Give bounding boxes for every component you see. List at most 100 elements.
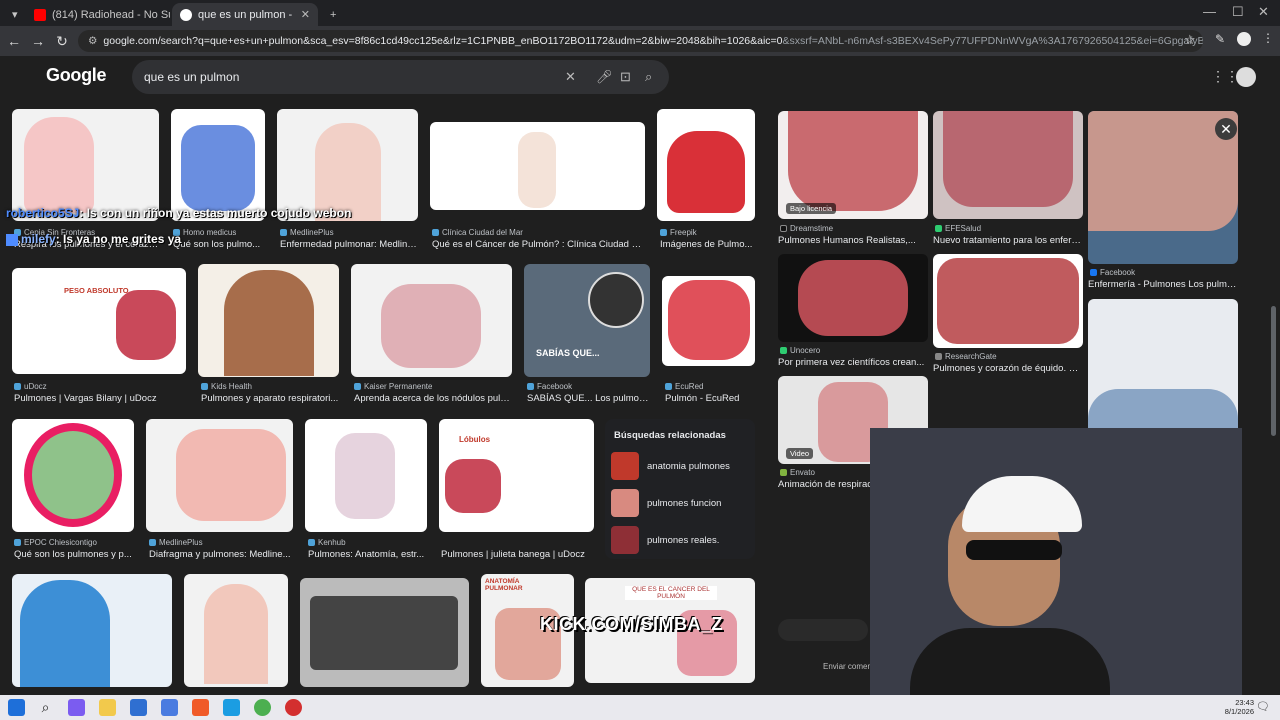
close-icon[interactable]: ✕	[301, 8, 310, 21]
image-result[interactable]: Lóbulos	[439, 419, 594, 532]
image-result[interactable]	[933, 254, 1083, 348]
result-caption[interactable]: Pulmones: Anatomía, estr...	[308, 549, 427, 560]
result-caption[interactable]: Pulmones Humanos Realistas,...	[778, 235, 928, 246]
result-source: Facebook	[1090, 268, 1135, 277]
bookmark-star-icon[interactable]: ☆	[1184, 32, 1196, 48]
account-avatar[interactable]	[1236, 67, 1256, 87]
result-source: Envato	[780, 468, 815, 477]
tab-youtube[interactable]: (814) Radiohead - No Surprises ✕	[26, 3, 170, 26]
site-info-icon[interactable]: ⚙	[88, 35, 97, 47]
microphone-icon[interactable]: 🎤︎	[596, 69, 613, 85]
image-result[interactable]	[12, 419, 134, 532]
result-caption[interactable]: Por primera vez científicos crean...	[778, 357, 928, 368]
google-logo[interactable]: Google	[46, 65, 107, 86]
copilot-icon[interactable]	[68, 699, 85, 716]
clear-icon[interactable]: ✕	[565, 69, 576, 85]
file-explorer-icon[interactable]	[99, 699, 116, 716]
result-caption[interactable]: Enfermería - Pulmones Los pulmones...	[1088, 279, 1238, 290]
new-tab-button[interactable]: +	[322, 3, 342, 26]
child-respiratory-image	[224, 270, 314, 376]
image-result[interactable]	[300, 578, 469, 687]
image-result[interactable]	[305, 419, 427, 532]
result-caption[interactable]: Nuevo tratamiento para los enfermos...	[933, 235, 1083, 246]
camera-icon[interactable]: ⊡	[620, 69, 631, 85]
lungs-image	[116, 290, 176, 360]
forward-icon[interactable]: →	[26, 33, 50, 49]
tab-google[interactable]: que es un pulmon - Buscar con Google ✕	[172, 3, 318, 26]
profile-avatar[interactable]	[1237, 32, 1251, 46]
search-icon[interactable]: ⌕	[645, 69, 652, 85]
edge-icon[interactable]	[223, 699, 240, 716]
result-source: Kaiser Permanente	[354, 382, 432, 391]
result-caption[interactable]: Enfermedad pulmonar: Medline...	[280, 239, 420, 250]
chrome-icon[interactable]	[254, 699, 271, 716]
result-caption[interactable]: Qué son los pulmones y p...	[14, 549, 134, 560]
thumbnail-label: Lóbulos	[459, 435, 491, 444]
image-result[interactable]	[277, 109, 418, 221]
extensions-icon[interactable]: ✎	[1215, 32, 1225, 46]
brave-icon[interactable]	[192, 699, 209, 716]
chat-username: robertico5SJ	[6, 206, 80, 220]
chat-text: : Is con un riñon ya estas muerto cojudo…	[79, 206, 352, 220]
image-result[interactable]	[12, 574, 172, 687]
image-result[interactable]	[171, 109, 265, 221]
image-result[interactable]	[12, 109, 159, 221]
comment-box[interactable]	[778, 619, 868, 641]
close-window-icon[interactable]: ✕	[1258, 4, 1269, 20]
image-result[interactable]	[146, 419, 293, 532]
result-caption[interactable]: Aprenda acerca de los nódulos pulm...	[354, 393, 512, 404]
image-result[interactable]	[198, 264, 339, 377]
result-caption[interactable]: Pulmón - EcuRed	[665, 393, 755, 404]
reload-icon[interactable]: ↻	[50, 33, 74, 50]
result-source: Dreamstime	[780, 224, 833, 233]
start-icon[interactable]	[8, 699, 25, 716]
silhouette-lungs-image	[20, 580, 110, 687]
result-caption[interactable]: Pulmones | julieta banega | uDocz	[441, 549, 594, 560]
maximize-icon[interactable]: ☐	[1232, 4, 1244, 20]
related-search-item[interactable]: pulmones funcion	[611, 488, 751, 518]
result-caption[interactable]: Pulmones y aparato respiratori...	[201, 393, 339, 404]
system-clock[interactable]: 23:43 8/1/2026	[1225, 698, 1254, 716]
image-result[interactable]	[430, 122, 645, 210]
result-caption[interactable]: Qué son los pulmo...	[173, 239, 265, 250]
tab-search-button[interactable]: ▾	[4, 3, 24, 26]
apps-grid-icon[interactable]: ⋮⋮	[1211, 68, 1239, 85]
image-result[interactable]: SABÍAS QUE...	[524, 264, 650, 377]
scrollbar[interactable]	[1271, 306, 1276, 436]
image-result[interactable]	[662, 276, 755, 366]
app-icon[interactable]	[161, 699, 178, 716]
image-result[interactable]: PESO ABSOLUTO	[12, 268, 186, 374]
address-bar[interactable]: ⚙ google.com/search?q=que+es+un+pulmon&s…	[78, 30, 1203, 52]
search-icon[interactable]: ⌕	[37, 699, 54, 716]
result-caption[interactable]: Diafragma y pulmones: Medline...	[149, 549, 293, 560]
result-caption[interactable]: Qué es el Cáncer de Pulmón? : Clínica Ci…	[432, 239, 644, 250]
image-result[interactable]	[933, 111, 1083, 219]
back-icon[interactable]: ←	[2, 33, 26, 49]
result-source: EFESalud	[935, 224, 981, 233]
result-caption[interactable]: Imágenes de Pulmo...	[660, 239, 755, 250]
close-panel-button[interactable]: ✕	[1215, 118, 1237, 140]
image-result[interactable]: Bajo licencia	[778, 111, 928, 219]
related-search-item[interactable]: anatomia pulmones	[611, 451, 751, 481]
sunglasses-image	[966, 540, 1062, 560]
image-result[interactable]	[184, 574, 288, 687]
thumbnail-label: ANATOMÍA PULMONAR	[485, 578, 523, 592]
image-result[interactable]	[351, 264, 512, 377]
send-comment-label[interactable]: Enviar comen	[823, 662, 872, 671]
obs-icon[interactable]	[285, 699, 302, 716]
minimize-icon[interactable]: —	[1203, 4, 1216, 19]
image-result[interactable]	[657, 109, 755, 221]
menu-icon[interactable]: ⋮	[1262, 31, 1274, 45]
store-icon[interactable]	[130, 699, 147, 716]
result-caption[interactable]: Pulmones | Vargas Bilany | uDocz	[14, 393, 186, 404]
result-caption[interactable]: SABÍAS QUE... Los pulmon...	[527, 393, 651, 404]
image-result[interactable]	[778, 254, 928, 342]
result-caption[interactable]: Pulmones y corazón de équido. Cara...	[933, 363, 1083, 374]
related-search-item[interactable]: pulmones reales.	[611, 525, 751, 555]
notification-icon[interactable]: 🗨︎	[1256, 700, 1270, 713]
related-thumb	[611, 526, 639, 554]
search-input[interactable]: que es un pulmon	[132, 60, 669, 94]
license-badge: Bajo licencia	[786, 203, 837, 214]
lungs-tray-image	[943, 111, 1073, 207]
result-source: MedlinePlus	[280, 228, 334, 237]
